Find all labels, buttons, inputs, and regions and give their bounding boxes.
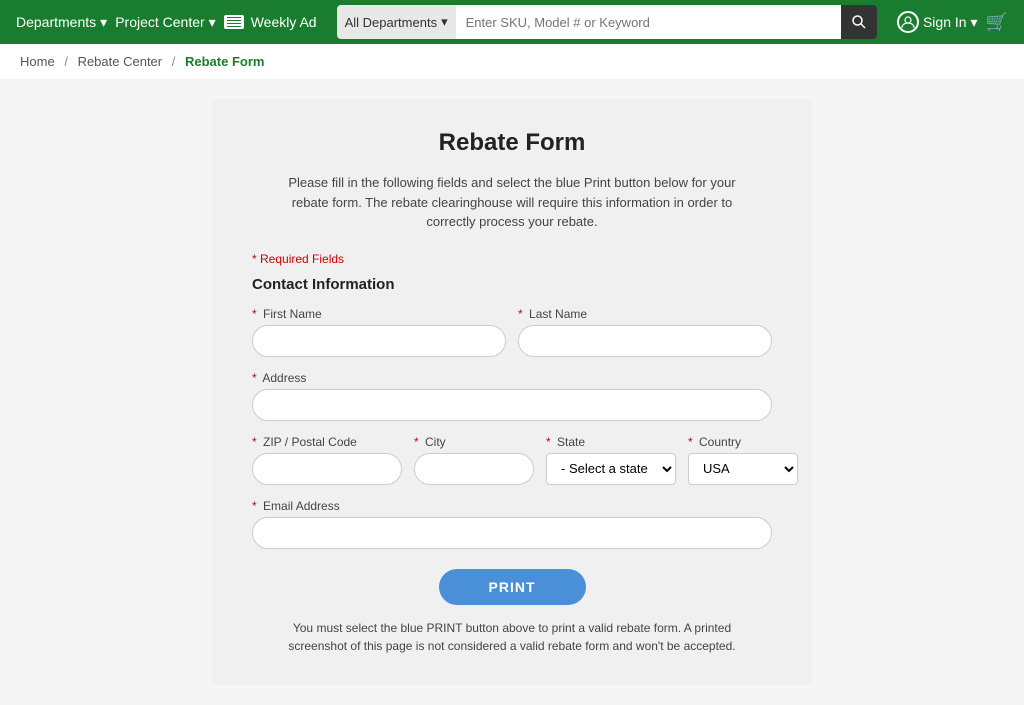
breadcrumb-home[interactable]: Home: [20, 54, 55, 69]
zip-label: * ZIP / Postal Code: [252, 435, 402, 449]
search-department-select[interactable]: All Departments ▾: [337, 5, 456, 39]
print-notice-text: You must select the blue PRINT button ab…: [288, 621, 735, 653]
address-label: * Address: [252, 371, 772, 385]
search-input[interactable]: [456, 5, 841, 39]
address-row: * Address: [252, 371, 772, 421]
project-center-label: Project Center: [115, 14, 204, 30]
contact-section-title: Contact Information: [252, 276, 772, 293]
country-label: * Country: [688, 435, 798, 449]
email-label: * Email Address: [252, 499, 772, 513]
cart-icon[interactable]: 🛒: [986, 12, 1008, 33]
departments-chevron-icon: ▾: [100, 14, 107, 31]
address-input[interactable]: [252, 389, 772, 421]
city-input[interactable]: [414, 453, 534, 485]
search-input-wrap: [456, 5, 841, 39]
last-name-group: * Last Name: [518, 307, 772, 357]
sign-in-label: Sign In: [923, 14, 967, 30]
last-name-required-star: *: [518, 307, 523, 321]
address-required-star: *: [252, 371, 257, 385]
departments-label: Departments: [16, 14, 96, 30]
last-name-input[interactable]: [518, 325, 772, 357]
header-right: Sign In ▾ 🛒: [897, 11, 1008, 33]
city-label: * City: [414, 435, 534, 449]
header: Departments ▾ Project Center ▾ Weekly Ad…: [0, 0, 1024, 44]
breadcrumb-rebate-center[interactable]: Rebate Center: [78, 54, 163, 69]
breadcrumb-separator-2: /: [172, 54, 176, 69]
search-dept-label: All Departments: [345, 15, 437, 30]
breadcrumb: Home / Rebate Center / Rebate Form: [0, 44, 1024, 79]
state-required-star: *: [546, 435, 551, 449]
sign-in-chevron-icon: ▾: [971, 14, 978, 31]
rebate-form-container: Rebate Form Please fill in the following…: [212, 99, 812, 685]
country-select[interactable]: USA: [688, 453, 798, 485]
name-row: * First Name * Last Name: [252, 307, 772, 357]
breadcrumb-separator-1: /: [64, 54, 68, 69]
nav-project-center[interactable]: Project Center ▾: [115, 14, 216, 31]
state-label: * State: [546, 435, 676, 449]
zip-required-star: *: [252, 435, 257, 449]
print-button[interactable]: PRINT: [439, 569, 586, 605]
first-name-group: * First Name: [252, 307, 506, 357]
sign-in-button[interactable]: Sign In ▾: [897, 11, 978, 33]
print-button-wrap: PRINT: [252, 569, 772, 605]
country-group: * Country USA: [688, 435, 798, 485]
print-notice: You must select the blue PRINT button ab…: [282, 619, 742, 655]
state-select[interactable]: - Select a state -: [546, 453, 676, 485]
city-required-star: *: [414, 435, 419, 449]
nav-weekly-ad[interactable]: Weekly Ad: [224, 14, 317, 30]
state-group: * State - Select a state -: [546, 435, 676, 485]
weekly-ad-label: Weekly Ad: [251, 14, 317, 30]
first-name-input[interactable]: [252, 325, 506, 357]
first-name-required-star: *: [252, 307, 257, 321]
first-name-label: * First Name: [252, 307, 506, 321]
zip-input[interactable]: [252, 453, 402, 485]
nav-departments[interactable]: Departments ▾: [16, 14, 107, 31]
zip-group: * ZIP / Postal Code: [252, 435, 402, 485]
email-row: * Email Address: [252, 499, 772, 549]
project-center-chevron-icon: ▾: [209, 14, 216, 31]
country-required-star: *: [688, 435, 693, 449]
last-name-label: * Last Name: [518, 307, 772, 321]
search-button[interactable]: [841, 5, 877, 39]
search-dept-chevron-icon: ▾: [441, 14, 448, 30]
user-icon: [897, 11, 919, 33]
required-note-text: * Required Fields: [252, 252, 344, 266]
email-group: * Email Address: [252, 499, 772, 549]
email-required-star: *: [252, 499, 257, 513]
form-title: Rebate Form: [252, 129, 772, 157]
address-group: * Address: [252, 371, 772, 421]
breadcrumb-current: Rebate Form: [185, 54, 264, 69]
search-area: All Departments ▾: [337, 5, 877, 39]
location-row: * ZIP / Postal Code * City * State - Sel: [252, 435, 772, 485]
main-content: Rebate Form Please fill in the following…: [0, 79, 1024, 705]
city-group: * City: [414, 435, 534, 485]
search-icon: [851, 14, 867, 30]
form-description: Please fill in the following fields and …: [272, 173, 752, 232]
weekly-ad-icon: [224, 15, 244, 29]
required-note: * Required Fields: [252, 252, 772, 266]
email-input[interactable]: [252, 517, 772, 549]
